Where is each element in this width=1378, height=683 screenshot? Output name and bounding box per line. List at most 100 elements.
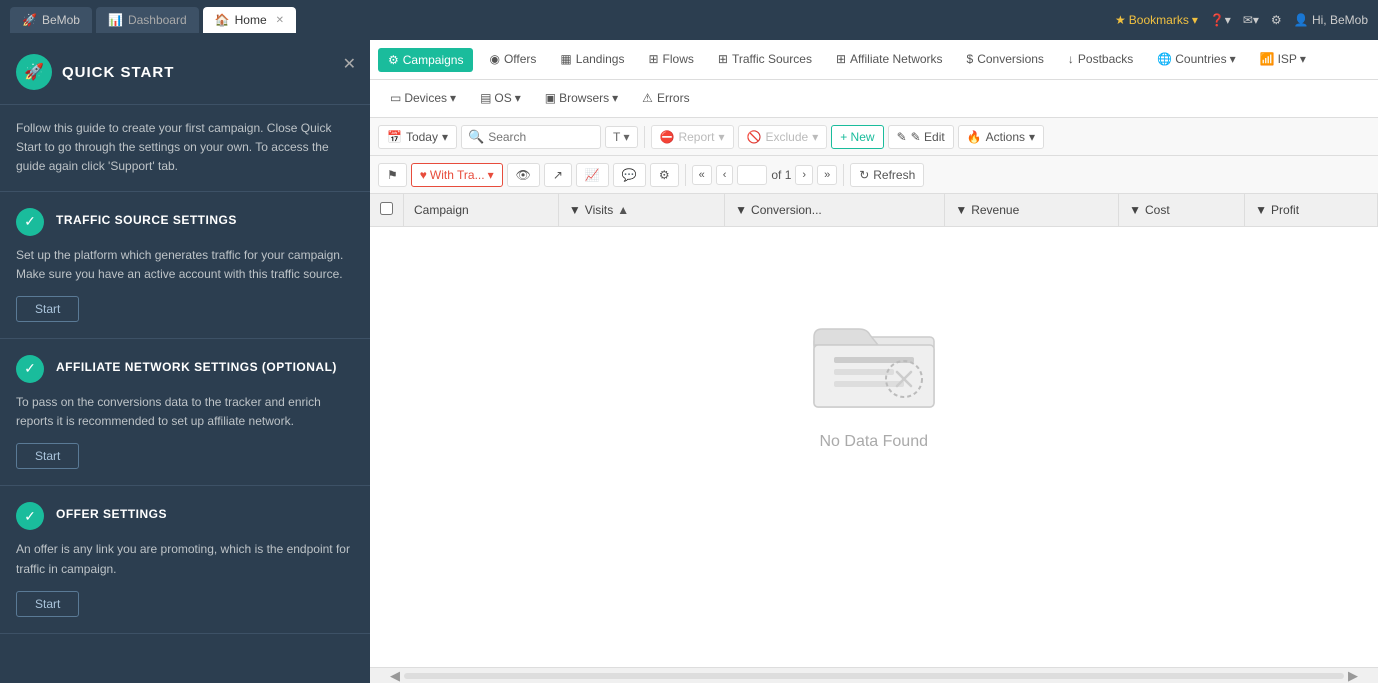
- tab-home[interactable]: 🏠 Home ✕: [203, 7, 296, 33]
- tab-campaigns[interactable]: ⚙ Campaigns: [378, 48, 473, 72]
- scroll-left-arrow[interactable]: ◀: [390, 668, 400, 683]
- tab-traffic-sources[interactable]: ⊞ Traffic Sources: [706, 44, 824, 76]
- tab-postbacks[interactable]: ↓ Postbacks: [1056, 44, 1145, 76]
- cost-col-sort[interactable]: ▼ Cost: [1129, 203, 1234, 217]
- messages-icon[interactable]: ✉▾: [1243, 13, 1259, 27]
- offer-start-button[interactable]: Start: [16, 591, 79, 617]
- browsers-chevron-icon: ▾: [612, 91, 618, 105]
- os-icon: ▤: [480, 91, 491, 105]
- sidebar-title: QUICK START: [62, 64, 174, 81]
- prev-page-button[interactable]: ‹: [716, 165, 734, 185]
- offer-check: ✓: [16, 502, 44, 530]
- conversions-col-sort[interactable]: ▼ Conversion...: [735, 203, 934, 217]
- exclude-button[interactable]: 🚫 Exclude ▾: [738, 125, 828, 149]
- today-chevron-icon: ▾: [442, 130, 448, 144]
- os-chevron-icon: ▾: [515, 91, 521, 105]
- tab-browsers[interactable]: ▣ Browsers ▾: [533, 83, 630, 115]
- scrollbar-track[interactable]: [404, 673, 1344, 679]
- select-all-checkbox[interactable]: [380, 202, 393, 215]
- comment-button[interactable]: 💬: [613, 163, 646, 187]
- tab-errors[interactable]: ⚠ Errors: [630, 83, 701, 115]
- today-button[interactable]: 📅 Today ▾: [378, 125, 457, 149]
- tab-close-icon[interactable]: ✕: [276, 15, 284, 26]
- tab-flows[interactable]: ⊞ Flows: [636, 44, 705, 76]
- tab-dashboard[interactable]: 📊 Dashboard: [96, 7, 199, 33]
- offer-title: OFFER SETTINGS: [56, 507, 167, 521]
- th-revenue: ▼ Revenue: [945, 194, 1119, 227]
- help-icon[interactable]: ❓▾: [1210, 13, 1231, 27]
- traffic-source-start-button[interactable]: Start: [16, 296, 79, 322]
- first-page-button[interactable]: «: [692, 165, 712, 185]
- settings-icon[interactable]: ⚙: [1271, 13, 1282, 27]
- bookmarks-chevron-icon: ▾: [1192, 13, 1198, 27]
- tab-affiliate-networks[interactable]: ⊞ Affiliate Networks: [824, 44, 955, 76]
- last-page-button[interactable]: »: [817, 165, 837, 185]
- bookmarks-button[interactable]: ★ Bookmarks ▾: [1115, 13, 1198, 27]
- chart-button[interactable]: 📈: [576, 163, 609, 187]
- refresh-label: Refresh: [873, 168, 915, 182]
- main-area: 🚀 QUICK START ✕ Follow this guide to cre…: [0, 40, 1378, 683]
- tab-os[interactable]: ▤ OS ▾: [468, 83, 533, 115]
- profit-col-sort[interactable]: ▼ Profit: [1255, 203, 1367, 217]
- traffic-source-header: ✓ TRAFFIC SOURCE SETTINGS: [16, 208, 354, 236]
- th-profit: ▼ Profit: [1245, 194, 1378, 227]
- revenue-col-sort[interactable]: ▼ Revenue: [955, 203, 1108, 217]
- visits-col-label: Visits: [585, 203, 613, 217]
- landings-icon: ▦: [560, 52, 571, 66]
- countries-icon: 🌐: [1157, 52, 1172, 66]
- tab-countries[interactable]: 🌐 Countries ▾: [1145, 44, 1247, 76]
- toolbar-row1: 📅 Today ▾ 🔍 T ▾ ⛔ Report ▾ 🚫 Exclude: [370, 118, 1378, 156]
- new-button[interactable]: + New: [831, 125, 883, 149]
- with-tra-button[interactable]: ♥ With Tra... ▾: [411, 163, 503, 187]
- offer-header: ✓ OFFER SETTINGS: [16, 502, 354, 530]
- scroll-right-arrow[interactable]: ▶: [1348, 668, 1358, 683]
- content-panel: ⚙ Campaigns ◉ Offers ▦ Landings ⊞ Flows …: [370, 40, 1378, 683]
- report-chevron-icon: ▾: [719, 130, 725, 144]
- page-number-input[interactable]: 1: [737, 165, 767, 185]
- gear-button[interactable]: ⚙: [650, 163, 679, 187]
- tab-isp[interactable]: 📶 ISP ▾: [1248, 44, 1318, 76]
- share-button[interactable]: ↗: [544, 163, 572, 187]
- devices-chevron-icon: ▾: [450, 91, 456, 105]
- nav-tabs-row1: ⚙ Campaigns ◉ Offers ▦ Landings ⊞ Flows …: [370, 40, 1378, 80]
- eye-button[interactable]: 👁: [507, 163, 540, 187]
- of-pages: of 1: [771, 168, 791, 182]
- flag-button[interactable]: ⚑: [378, 163, 407, 187]
- tab-offers[interactable]: ◉ Offers: [477, 44, 548, 76]
- revenue-col-label: Revenue: [971, 203, 1019, 217]
- conversions-sort-icon: ▼: [735, 203, 747, 217]
- t-filter-button[interactable]: T ▾: [605, 126, 638, 148]
- divider-3: [843, 164, 844, 186]
- empty-state-row: No Data Found: [370, 227, 1378, 532]
- report-button[interactable]: ⛔ Report ▾: [651, 125, 734, 149]
- t-chevron-icon: ▾: [623, 130, 629, 144]
- user-account[interactable]: 👤 Hi, BeMob: [1294, 13, 1368, 27]
- search-input[interactable]: [488, 130, 594, 144]
- bemob-logo-icon: 🚀: [22, 13, 37, 27]
- visits-col-sort[interactable]: ▼ Visits ▲: [569, 203, 714, 217]
- report-icon: ⛔: [660, 130, 675, 144]
- postbacks-label: Postbacks: [1078, 52, 1133, 66]
- campaign-col-sort: Campaign: [414, 203, 548, 217]
- sidebar-close-button[interactable]: ✕: [343, 54, 356, 74]
- traffic-source-title: TRAFFIC SOURCE SETTINGS: [56, 213, 237, 227]
- sidebar-logo: 🚀: [16, 54, 52, 90]
- browsers-icon: ▣: [545, 91, 556, 105]
- with-tra-chevron-icon: ▾: [488, 168, 494, 182]
- refresh-button[interactable]: ↻ Refresh: [850, 163, 924, 187]
- conversions-label: Conversions: [977, 52, 1044, 66]
- tab-landings[interactable]: ▦ Landings: [548, 44, 636, 76]
- traffic-sources-icon: ⊞: [718, 52, 728, 66]
- actions-chevron-icon: ▾: [1029, 130, 1035, 144]
- affiliate-header: ✓ AFFILIATE NETWORK SETTINGS (OPTIONAL): [16, 355, 354, 383]
- errors-icon: ⚠: [642, 91, 653, 105]
- revenue-sort-icon: ▼: [955, 203, 967, 217]
- tab-conversions[interactable]: $ Conversions: [955, 44, 1056, 76]
- tab-bemob-label: BeMob: [42, 13, 80, 27]
- tab-bemob[interactable]: 🚀 BeMob: [10, 7, 92, 33]
- tab-devices[interactable]: ▭ Devices ▾: [378, 83, 468, 115]
- edit-button[interactable]: ✎ ✎ Edit: [888, 125, 954, 149]
- affiliate-start-button[interactable]: Start: [16, 443, 79, 469]
- actions-button[interactable]: 🔥 Actions ▾: [958, 125, 1044, 149]
- next-page-button[interactable]: ›: [795, 165, 813, 185]
